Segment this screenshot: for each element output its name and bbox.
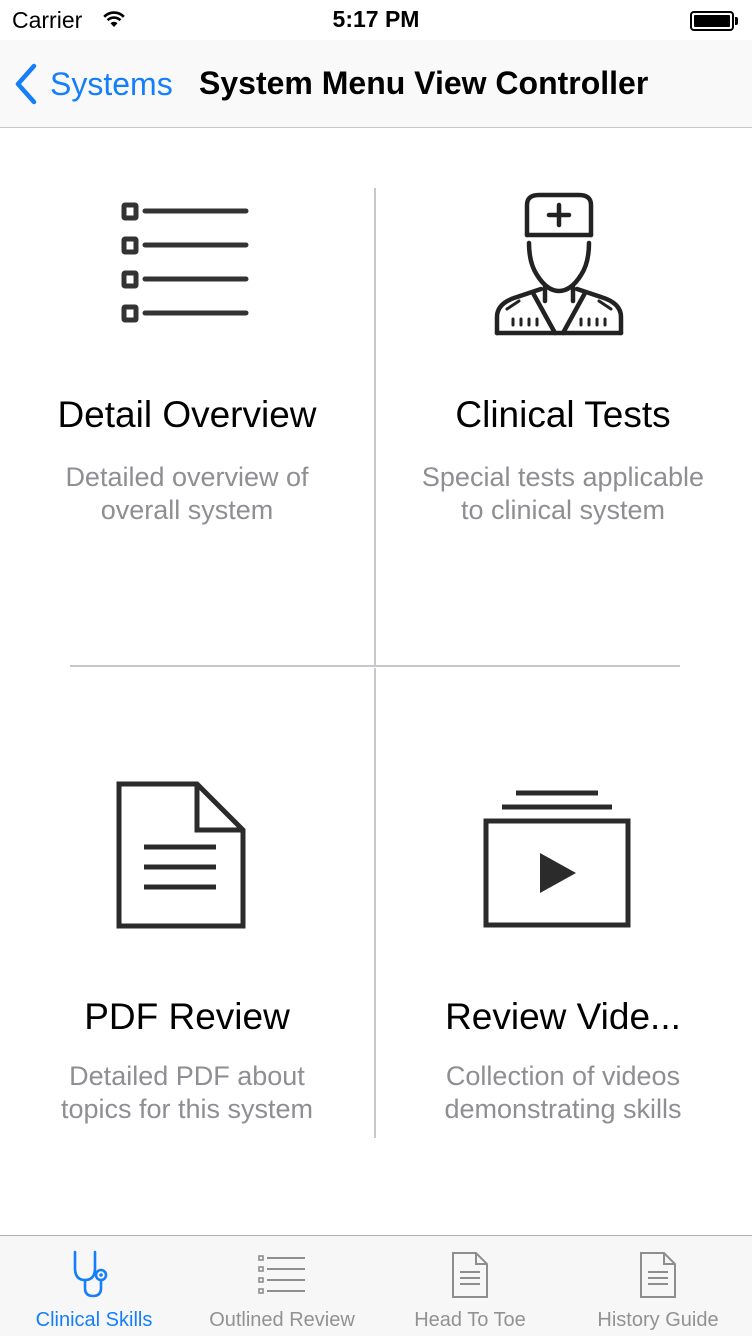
list-icon (0, 197, 374, 327)
tab-head-to-toe[interactable]: Head To Toe (376, 1236, 564, 1336)
tab-label: Outlined Review (209, 1309, 355, 1331)
document-icon (564, 1250, 752, 1300)
battery-icon (690, 11, 738, 31)
menu-item-title: Detail Overview (57, 394, 317, 435)
video-stack-icon (376, 789, 750, 929)
doctor-icon (376, 191, 750, 339)
list-icon (188, 1250, 376, 1298)
menu-item-subtitle: Special tests applicable to clinical sys… (421, 462, 705, 525)
menu-item-clinical-tests[interactable]: Clinical Tests Special tests applicable … (376, 129, 750, 665)
menu-item-subtitle: Detailed overview of overall system (65, 462, 309, 525)
clock: 5:17 PM (332, 6, 420, 32)
page-title: System Menu View Controller (199, 65, 649, 101)
chevron-left-icon (15, 63, 37, 105)
menu-item-title: Clinical Tests (455, 394, 671, 435)
tab-outlined-review[interactable]: Outlined Review (188, 1236, 376, 1336)
menu-item-title: Review Vide... (445, 996, 681, 1037)
tab-label: Head To Toe (414, 1309, 526, 1331)
tab-label: Clinical Skills (35, 1309, 153, 1331)
menu-item-review-videos[interactable]: Review Vide... Collection of videos demo… (376, 667, 750, 1235)
back-button[interactable]: Systems (14, 60, 173, 108)
menu-item-subtitle: Detailed PDF about topics for this syste… (60, 1061, 314, 1124)
tab-history-guide[interactable]: History Guide (564, 1236, 752, 1336)
back-button-label: Systems (50, 65, 173, 102)
tab-clinical-skills[interactable]: Clinical Skills (0, 1236, 188, 1336)
navigation-bar: Systems System Menu View Controller (0, 40, 752, 128)
stethoscope-icon (0, 1250, 188, 1300)
menu-item-title: PDF Review (84, 996, 290, 1037)
tab-label: History Guide (597, 1309, 719, 1331)
menu-item-pdf-review[interactable]: PDF Review Detailed PDF about topics for… (0, 667, 374, 1235)
status-bar: Carrier 5:17 PM (0, 0, 752, 40)
menu-item-detail-overview[interactable]: Detail Overview Detailed overview of ove… (0, 129, 374, 665)
menu-grid: Detail Overview Detailed overview of ove… (0, 129, 752, 1235)
document-icon (0, 781, 374, 929)
tab-bar: Clinical Skills Outlined Review Head To … (0, 1235, 752, 1336)
document-icon (376, 1250, 564, 1300)
menu-item-subtitle: Collection of videos demonstrating skill… (444, 1061, 682, 1124)
